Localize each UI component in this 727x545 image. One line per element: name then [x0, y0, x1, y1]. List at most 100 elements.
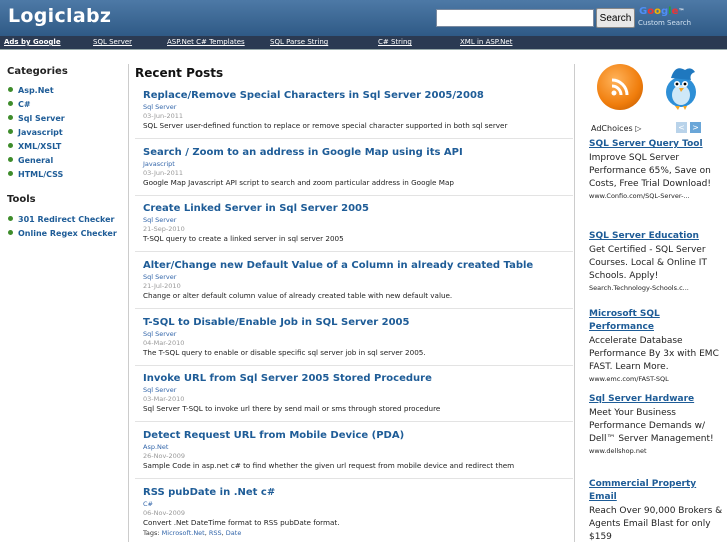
ad-title-link[interactable]: SQL Server Query Tool — [589, 138, 725, 151]
adchoices-label[interactable]: AdChoices ▷ — [591, 124, 641, 133]
post-category-link[interactable]: Sql Server — [143, 216, 571, 224]
post-title-link[interactable]: Create Linked Server in Sql Server 2005 — [143, 203, 571, 214]
post-title-link[interactable]: Invoke URL from Sql Server 2005 Stored P… — [143, 373, 571, 384]
ad-unit: SQL Server Education Get Certified - SQL… — [589, 230, 725, 292]
category-label: Asp.Net — [18, 86, 54, 95]
ad-next-button[interactable]: > — [690, 122, 701, 133]
post-date: 21-Jul-2010 — [143, 282, 181, 290]
right-sidebar: AdChoices ▷ < > SQL Server Query Tool Im… — [583, 50, 727, 545]
trademark: ™ — [678, 8, 685, 15]
post-item: T-SQL to Disable/Enable Job in SQL Serve… — [143, 317, 571, 357]
ad-prev-button[interactable]: < — [676, 122, 687, 133]
post-separator — [135, 195, 573, 196]
category-link[interactable]: Javascript — [8, 128, 63, 137]
custom-search-label: Custom Search — [638, 19, 692, 27]
post-category-link[interactable]: Sql Server — [143, 103, 571, 111]
post-date: 26-Nov-2009 — [143, 452, 186, 460]
tool-link[interactable]: Online Regex Checker — [8, 229, 117, 238]
ad-title-link[interactable]: Sql Server Hardware — [589, 393, 725, 406]
post-title-link[interactable]: Alter/Change new Default Value of a Colu… — [143, 260, 571, 271]
category-label: XML/XSLT — [18, 142, 62, 151]
tag-link[interactable]: Date — [226, 529, 242, 537]
ad-link[interactable]: C# String — [378, 38, 412, 46]
ad-unit: Microsoft SQL Performance Accelerate Dat… — [589, 308, 725, 383]
ad-title-link[interactable]: SQL Server Education — [589, 230, 725, 243]
ad-title-link[interactable]: Microsoft SQL Performance — [589, 308, 725, 334]
bullet-icon — [8, 157, 13, 162]
post-title-link[interactable]: Replace/Remove Special Characters in Sql… — [143, 90, 571, 101]
post-date: 21-Sep-2010 — [143, 225, 185, 233]
post-category-link[interactable]: Sql Server — [143, 273, 571, 281]
post-separator — [135, 365, 573, 366]
category-label: Sql Server — [18, 114, 65, 123]
ad-link[interactable]: SQL Server — [93, 38, 132, 46]
search-input[interactable] — [436, 9, 594, 27]
post-category-link[interactable]: Sql Server — [143, 330, 571, 338]
tags-label: Tags: — [143, 529, 160, 537]
ad-link[interactable]: XML in ASP.Net — [460, 38, 512, 46]
bullet-icon — [8, 230, 13, 235]
google-letter: e — [671, 6, 679, 17]
post-item: Alter/Change new Default Value of a Colu… — [143, 260, 571, 300]
category-link[interactable]: C# — [8, 100, 31, 109]
post-category-link[interactable]: Javascript — [143, 160, 571, 168]
post-category-link[interactable]: C# — [143, 500, 571, 508]
rss-feed-icon[interactable] — [597, 64, 643, 110]
category-label: C# — [18, 100, 31, 109]
post-date: 04-Mar-2010 — [143, 339, 185, 347]
post-item: RSS pubDate in .Net c# C# 06-Nov-2009 Co… — [143, 487, 571, 537]
post-description: Sample Code in asp.net c# to find whethe… — [143, 461, 515, 470]
post-tags: Tags: Microsoft.Net, RSS, Date — [143, 529, 242, 537]
post-title-link[interactable]: T-SQL to Disable/Enable Job in SQL Serve… — [143, 317, 571, 328]
ad-body: Reach Over 90,000 Brokers & Agents Email… — [589, 506, 723, 542]
page-title: Recent Posts — [135, 66, 224, 80]
tag-link[interactable]: Microsoft.Net — [162, 529, 205, 537]
post-description: The T-SQL query to enable or disable spe… — [143, 348, 426, 357]
tag-link[interactable]: RSS — [209, 529, 222, 537]
ad-link[interactable]: SQL Parse String — [270, 38, 328, 46]
divider — [128, 64, 129, 542]
ad-url[interactable]: www.dellshop.net — [589, 447, 725, 455]
ad-title-link[interactable]: Commercial Property Email — [589, 478, 725, 504]
google-letter: o — [647, 6, 655, 17]
ad-url[interactable]: www.Confio.com/SQL-Server-... — [589, 192, 725, 200]
adchoices-icon: ▷ — [635, 124, 642, 133]
bullet-icon — [8, 143, 13, 148]
tools-heading: Tools — [7, 194, 36, 205]
search-button[interactable]: Search — [596, 8, 635, 28]
ad-link[interactable]: ASP.Net C# Templates — [167, 38, 245, 46]
post-description: SQL Server user-defined function to repl… — [143, 121, 508, 130]
post-description: T-SQL query to create a linked server in… — [143, 234, 344, 243]
category-link[interactable]: Sql Server — [8, 114, 65, 123]
post-category-link[interactable]: Sql Server — [143, 386, 571, 394]
post-title-link[interactable]: Detect Request URL from Mobile Device (P… — [143, 430, 571, 441]
post-category-link[interactable]: Asp.Net — [143, 443, 571, 451]
ad-body: Get Certified - SQL Server Courses. Loca… — [589, 245, 707, 281]
ad-body: Accelerate Database Performance By 3x wi… — [589, 336, 719, 372]
post-separator — [135, 478, 573, 479]
bullet-icon — [8, 101, 13, 106]
post-item: Invoke URL from Sql Server 2005 Stored P… — [143, 373, 571, 413]
ad-unit: Commercial Property Email Reach Over 90,… — [589, 478, 725, 544]
post-item: Create Linked Server in Sql Server 2005 … — [143, 203, 571, 243]
post-date: 06-Nov-2009 — [143, 509, 186, 517]
twitter-bird-icon[interactable] — [661, 62, 701, 110]
google-letter: G — [639, 6, 648, 17]
ad-url[interactable]: www.emc.com/FAST-SQL — [589, 375, 725, 383]
ads-by-google-link[interactable]: Ads by Google — [4, 38, 61, 46]
ad-link-bar: Ads by Google SQL Server ASP.Net C# Temp… — [0, 36, 727, 50]
category-link[interactable]: Asp.Net — [8, 86, 54, 95]
ad-url[interactable]: Search.Technology-Schools.c... — [589, 284, 725, 292]
category-link[interactable]: HTML/CSS — [8, 170, 63, 179]
category-link[interactable]: XML/XSLT — [8, 142, 61, 151]
tool-link[interactable]: 301 Redirect Checker — [8, 215, 114, 224]
post-title-link[interactable]: RSS pubDate in .Net c# — [143, 487, 571, 498]
bullet-icon — [8, 171, 13, 176]
category-link[interactable]: General — [8, 156, 53, 165]
post-title-link[interactable]: Search / Zoom to an address in Google Ma… — [143, 147, 571, 158]
post-separator — [135, 138, 573, 139]
post-item: Detect Request URL from Mobile Device (P… — [143, 430, 571, 470]
site-logo[interactable]: Logiclabz — [8, 5, 111, 27]
tool-label: 301 Redirect Checker — [18, 215, 115, 224]
post-description: Google Map Javascript API script to sear… — [143, 178, 454, 187]
